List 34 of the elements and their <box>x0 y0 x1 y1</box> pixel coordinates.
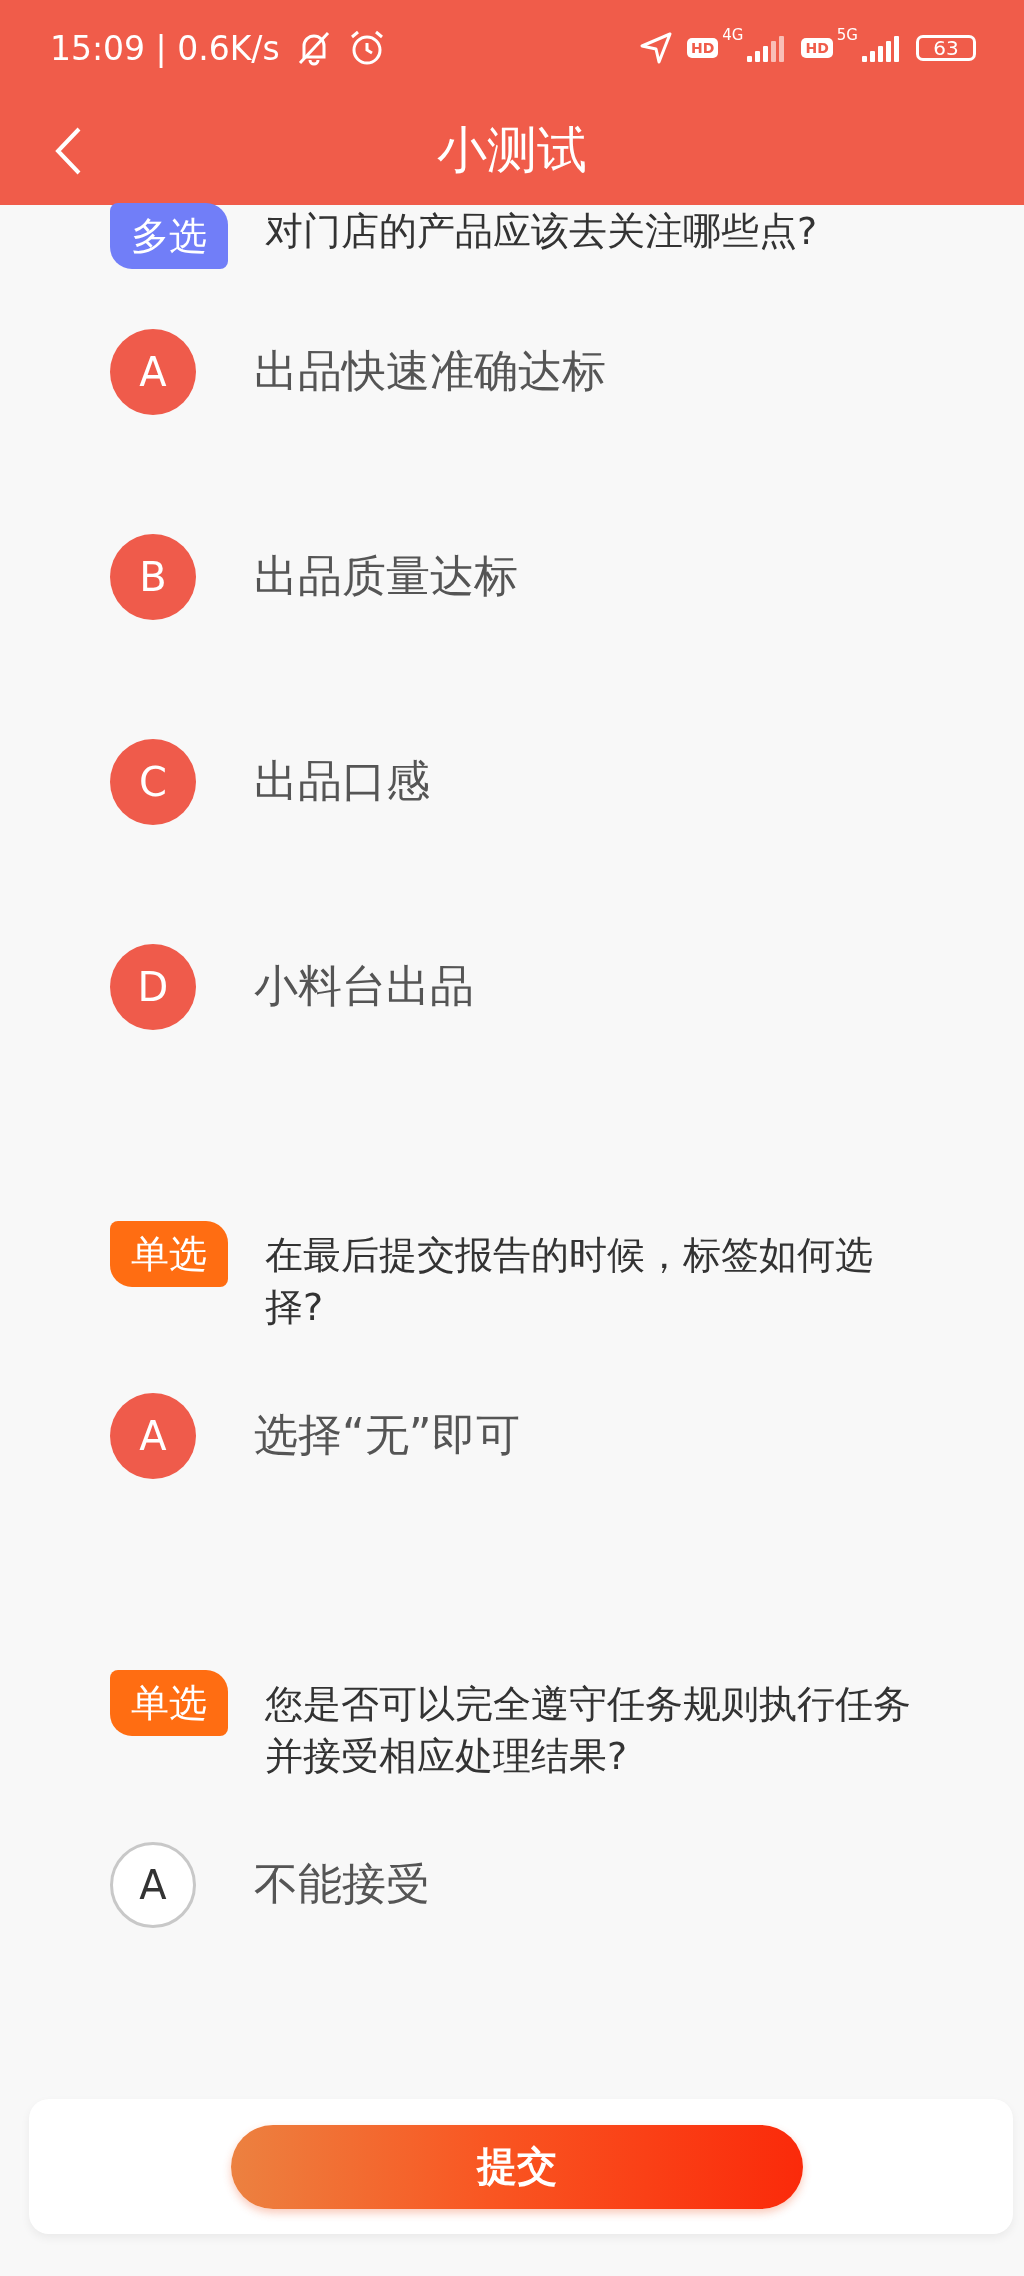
network-type: 5G <box>836 26 858 44</box>
option-letter: D <box>110 943 196 1030</box>
question-text: 对门店的产品应该去关注哪些点? <box>265 208 818 255</box>
network-type: 4G <box>722 26 744 44</box>
signal-icon <box>862 34 902 62</box>
option-letter: C <box>110 738 196 825</box>
status-time: 15:09 | 0.6K/s <box>50 28 280 68</box>
option-text: 出品快速准确达标 <box>254 344 606 398</box>
hd-badge: HD <box>801 38 833 58</box>
question-text: 在最后提交报告的时候，标签如何选 择? <box>265 1232 873 1331</box>
question-text: 您是否可以完全遵守任务规则执行任务 并接受相应处理结果? <box>265 1681 911 1780</box>
answer-option[interactable]: C 出品口感 <box>110 679 914 884</box>
option-text: 小料台出品 <box>254 959 474 1013</box>
battery-level: 63 <box>916 35 976 61</box>
location-arrow-icon <box>638 31 673 65</box>
option-letter: A <box>110 1392 196 1479</box>
question-type-tag: 单选 <box>110 1670 228 1736</box>
answer-option[interactable]: B 出品质量达标 <box>110 474 914 679</box>
answer-option[interactable]: D 小料台出品 <box>110 884 914 1089</box>
option-letter: A <box>110 1841 196 1928</box>
option-text: 出品口感 <box>254 754 430 808</box>
answer-option[interactable]: A 出品快速准确达标 <box>110 269 914 474</box>
option-letter: A <box>110 328 196 415</box>
question-type-tag: 单选 <box>110 1221 228 1287</box>
hd-badge: HD <box>686 38 719 58</box>
question-type-tag: 多选 <box>110 203 228 269</box>
page-title: 小测试 <box>437 120 587 181</box>
answer-option[interactable]: A 不能接受 <box>110 1782 914 1987</box>
option-letter: B <box>110 533 196 620</box>
option-text: 出品质量达标 <box>254 549 518 603</box>
option-text: 不能接受 <box>254 1857 430 1911</box>
option-text: 选择“无”即可 <box>254 1408 520 1462</box>
answer-option[interactable]: A 选择“无”即可 <box>110 1333 914 1538</box>
back-chevron-icon <box>54 126 82 176</box>
